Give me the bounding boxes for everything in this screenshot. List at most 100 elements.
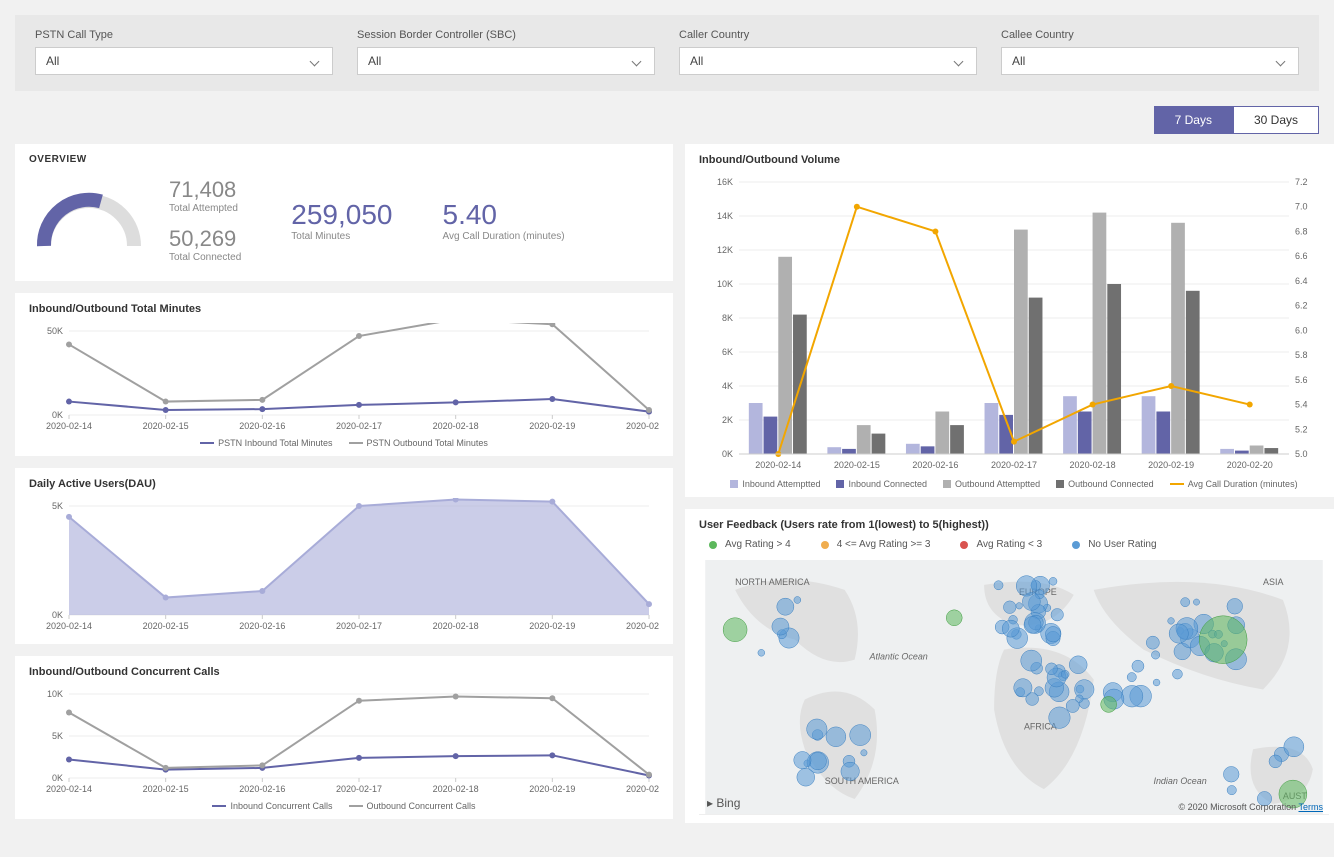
svg-text:2020-02-19: 2020-02-19 (529, 621, 575, 631)
card-title: Inbound/Outbound Total Minutes (29, 303, 659, 315)
svg-text:ASIA: ASIA (1263, 577, 1283, 587)
chevron-down-icon (954, 56, 964, 66)
card-title: OVERVIEW (29, 154, 659, 165)
kpi-value: 50,269 (169, 228, 241, 250)
kpi-avg-duration: 5.40 Avg Call Duration (minutes) (443, 201, 565, 242)
overview-card: OVERVIEW 71,408 Total Attempted (15, 144, 673, 281)
thirty-days-button[interactable]: 30 Days (1233, 106, 1319, 134)
kpi-minutes: 259,050 Total Minutes (291, 201, 392, 242)
svg-text:10K: 10K (717, 279, 733, 289)
dau-chart-card: Daily Active Users(DAU) 0K5K2020-02-1420… (15, 468, 673, 644)
concurrent-chart-card: Inbound/Outbound Concurrent Calls 0K5K10… (15, 656, 673, 819)
svg-text:6.8: 6.8 (1295, 226, 1308, 236)
caller-select[interactable]: All (679, 47, 977, 75)
minutes-chart-card: Inbound/Outbound Total Minutes 0K50K2020… (15, 293, 673, 456)
svg-text:2020-02-14: 2020-02-14 (755, 460, 801, 470)
select-value: All (1012, 54, 1025, 68)
bing-logo: ▸ Bing (707, 796, 740, 810)
svg-text:2020-02-15: 2020-02-15 (143, 784, 189, 794)
svg-text:7.0: 7.0 (1295, 202, 1308, 212)
svg-text:6.0: 6.0 (1295, 325, 1308, 335)
seven-days-button[interactable]: 7 Days (1154, 106, 1233, 134)
svg-text:2020-02-20: 2020-02-20 (626, 784, 659, 794)
svg-text:6.2: 6.2 (1295, 301, 1308, 311)
chevron-down-icon (310, 56, 320, 66)
svg-text:2020-02-16: 2020-02-16 (912, 460, 958, 470)
select-value: All (368, 54, 381, 68)
sbc-select[interactable]: All (357, 47, 655, 75)
svg-text:7.2: 7.2 (1295, 177, 1308, 187)
svg-text:2020-02-20: 2020-02-20 (626, 421, 659, 431)
svg-text:5.4: 5.4 (1295, 400, 1308, 410)
svg-text:2020-02-18: 2020-02-18 (1070, 460, 1116, 470)
kpi-label: Total Connected (169, 252, 241, 263)
svg-text:2020-02-14: 2020-02-14 (46, 784, 92, 794)
chart-legend: PSTN Inbound Total Minutes PSTN Outbound… (29, 438, 659, 448)
select-value: All (690, 54, 703, 68)
pstn-select[interactable]: All (35, 47, 333, 75)
svg-text:2020-02-15: 2020-02-15 (834, 460, 880, 470)
kpi-label: Total Attempted (169, 203, 241, 214)
filter-sbc: Session Border Controller (SBC) All (357, 29, 655, 75)
dau-chart[interactable]: 0K5K2020-02-142020-02-152020-02-162020-0… (29, 498, 659, 633)
svg-text:NORTH AMERICA: NORTH AMERICA (735, 577, 809, 587)
svg-text:2020-02-20: 2020-02-20 (1227, 460, 1273, 470)
time-range-toggle: 7 Days 30 Days (0, 106, 1319, 134)
svg-text:6.6: 6.6 (1295, 251, 1308, 261)
svg-text:SOUTH AMERICA: SOUTH AMERICA (825, 776, 899, 786)
svg-text:2020-02-17: 2020-02-17 (336, 621, 382, 631)
svg-text:2020-02-20: 2020-02-20 (626, 621, 659, 631)
svg-text:8K: 8K (722, 313, 733, 323)
svg-text:2K: 2K (722, 415, 733, 425)
filter-callee: Callee Country All (1001, 29, 1299, 75)
filter-label: Session Border Controller (SBC) (357, 29, 655, 41)
svg-text:5.2: 5.2 (1295, 424, 1308, 434)
svg-text:2020-02-15: 2020-02-15 (143, 421, 189, 431)
svg-text:0K: 0K (52, 773, 63, 783)
svg-text:2020-02-16: 2020-02-16 (239, 421, 285, 431)
svg-text:Indian Ocean: Indian Ocean (1153, 776, 1206, 786)
filter-label: PSTN Call Type (35, 29, 333, 41)
svg-text:2020-02-15: 2020-02-15 (143, 621, 189, 631)
card-title: User Feedback (Users rate from 1(lowest)… (699, 519, 1329, 531)
filter-bar: PSTN Call Type All Session Border Contro… (15, 15, 1319, 91)
svg-text:16K: 16K (717, 177, 733, 187)
card-title: Daily Active Users(DAU) (29, 478, 659, 490)
svg-text:2020-02-19: 2020-02-19 (529, 784, 575, 794)
svg-text:0K: 0K (722, 449, 733, 459)
svg-text:2020-02-18: 2020-02-18 (433, 784, 479, 794)
filter-label: Callee Country (1001, 29, 1299, 41)
kpi-value: 259,050 (291, 201, 392, 229)
kpi-label: Avg Call Duration (minutes) (443, 231, 565, 242)
volume-chart[interactable]: 0K2K4K6K8K10K12K14K16K5.05.25.45.65.86.0… (699, 174, 1329, 474)
svg-text:2020-02-17: 2020-02-17 (991, 460, 1037, 470)
terms-link[interactable]: Terms (1299, 802, 1324, 812)
chevron-down-icon (632, 56, 642, 66)
svg-text:2020-02-19: 2020-02-19 (529, 421, 575, 431)
svg-text:14K: 14K (717, 211, 733, 221)
svg-text:2020-02-19: 2020-02-19 (1148, 460, 1194, 470)
svg-text:5K: 5K (52, 731, 63, 741)
chart-legend: Inbound Attemptted Inbound Connected Out… (699, 479, 1329, 489)
svg-text:5.0: 5.0 (1295, 449, 1308, 459)
gauge-icon (29, 186, 149, 256)
concurrent-chart[interactable]: 0K5K10K2020-02-142020-02-152020-02-16202… (29, 686, 659, 796)
callee-select[interactable]: All (1001, 47, 1299, 75)
kpi-attempted: 71,408 Total Attempted (169, 179, 241, 214)
svg-text:0K: 0K (52, 410, 63, 420)
svg-text:6.4: 6.4 (1295, 276, 1308, 286)
svg-text:0K: 0K (52, 610, 63, 620)
svg-text:2020-02-16: 2020-02-16 (239, 784, 285, 794)
svg-text:2020-02-17: 2020-02-17 (336, 421, 382, 431)
svg-text:2020-02-16: 2020-02-16 (239, 621, 285, 631)
filter-caller: Caller Country All (679, 29, 977, 75)
svg-text:2020-02-18: 2020-02-18 (433, 421, 479, 431)
svg-text:4K: 4K (722, 381, 733, 391)
world-map[interactable]: NORTH AMERICA SOUTH AMERICA EUROPE AFRIC… (699, 560, 1329, 815)
svg-text:Atlantic Ocean: Atlantic Ocean (869, 652, 928, 662)
kpi-value: 71,408 (169, 179, 241, 201)
kpi-label: Total Minutes (291, 231, 392, 242)
minutes-chart[interactable]: 0K50K2020-02-142020-02-152020-02-162020-… (29, 323, 659, 433)
chevron-down-icon (1276, 56, 1286, 66)
svg-text:5.6: 5.6 (1295, 375, 1308, 385)
